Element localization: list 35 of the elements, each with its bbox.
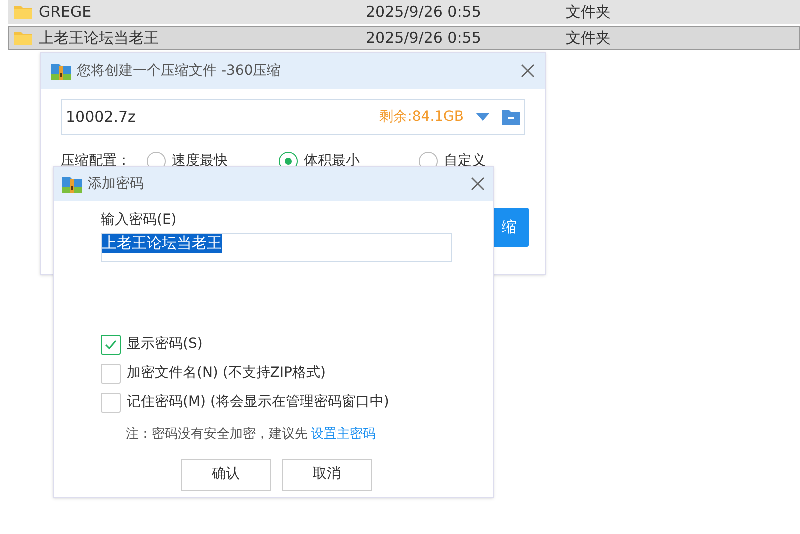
file-name: GREGE — [39, 2, 92, 23]
window-title: 您将创建一个压缩文件 -360压缩 — [77, 62, 282, 80]
dialog-button[interactable]: 确认 — [181, 458, 271, 490]
file-row[interactable]: 上老王论坛当老王 2025/9/26 0:55 文件夹 — [8, 26, 800, 50]
archive-icon — [62, 175, 82, 193]
checkbox[interactable] — [101, 364, 121, 384]
check-icon — [105, 340, 117, 350]
window-title: 添加密码 — [88, 174, 145, 194]
checkbox[interactable] — [101, 392, 121, 412]
file-row[interactable]: GREGE 2025/9/26 0:55 文件夹 — [8, 0, 800, 24]
archive-icon — [51, 62, 71, 80]
password-text: 上老王论坛当老王 — [102, 234, 222, 253]
dropdown-icon[interactable] — [476, 113, 490, 121]
folder-icon — [13, 4, 33, 20]
security-note: 注：密码没有安全加密，建议先 — [126, 427, 308, 442]
input-label: 输入密码(E) — [101, 211, 178, 230]
filename-field[interactable]: 10002.7z 剩余:84.1GB — [61, 99, 525, 135]
checkbox-label: 加密文件名(N) (不支持ZIP格式) — [127, 364, 326, 383]
option-label: 速度最快 — [172, 152, 228, 171]
filename: 10002.7z — [66, 106, 137, 128]
modified-date: 2025/9/26 0:55 — [366, 28, 482, 49]
checkbox[interactable] — [101, 334, 121, 354]
folder-icon[interactable] — [502, 109, 520, 125]
close-icon[interactable] — [471, 177, 485, 191]
modified-date: 2025/9/26 0:55 — [366, 2, 482, 23]
file-type: 文件夹 — [566, 2, 611, 23]
folder-icon — [13, 30, 33, 46]
checkbox-label: 记住密码(M) (将会显示在管理密码窗口中) — [127, 393, 390, 412]
free-space: 剩余:84.1GB — [380, 108, 464, 126]
password-field[interactable]: 上老王论坛当老王 — [101, 233, 452, 262]
file-type: 文件夹 — [566, 28, 611, 49]
checkbox-label: 显示密码(S) — [127, 335, 203, 354]
close-icon[interactable] — [521, 64, 535, 78]
dialog-button[interactable]: 取消 — [282, 458, 372, 490]
file-name: 上老王论坛当老王 — [39, 28, 159, 49]
